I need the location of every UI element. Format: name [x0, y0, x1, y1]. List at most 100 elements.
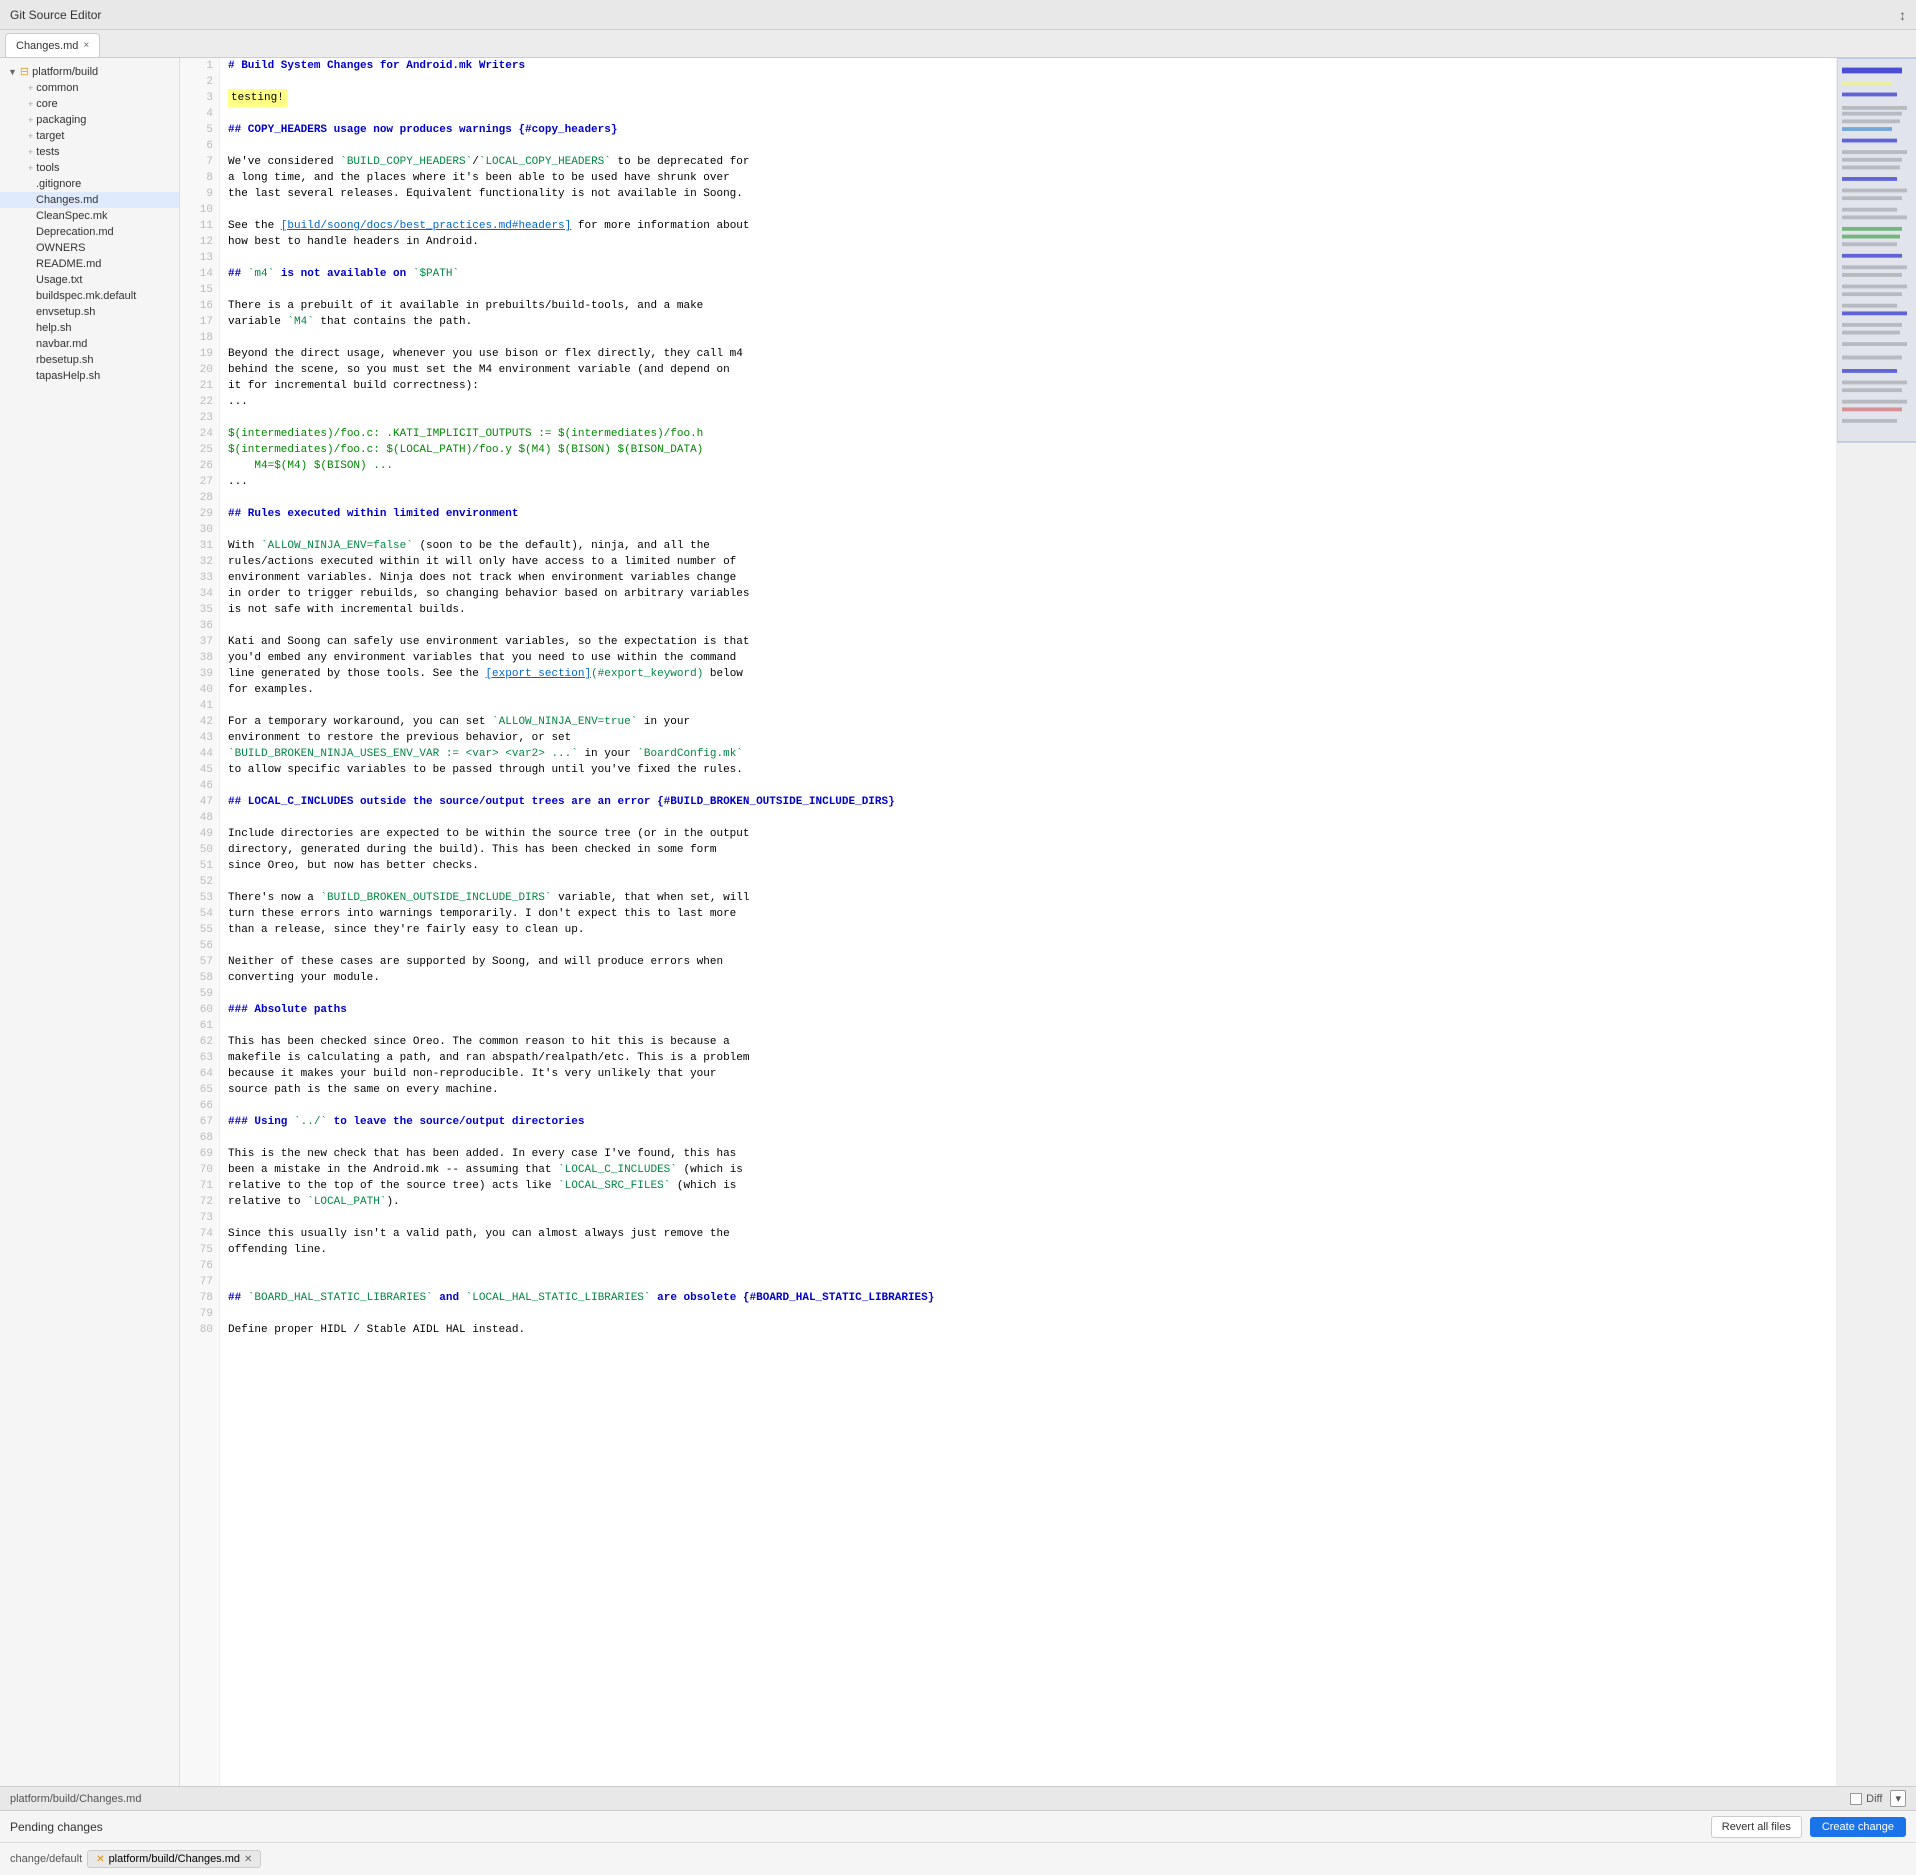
- code-line-24: $(intermediates)/foo.c: .KATI_IMPLICIT_O…: [220, 426, 1836, 442]
- sidebar-item-target[interactable]: + target: [0, 128, 179, 144]
- code-line-68: [220, 1130, 1836, 1146]
- pending-label: Pending changes: [10, 1820, 103, 1834]
- code-line-65: source path is the same on every machine…: [220, 1082, 1836, 1098]
- sidebar-item-help[interactable]: help.sh: [0, 320, 179, 336]
- code-line-33: environment variables. Ninja does not tr…: [220, 570, 1836, 586]
- line-num: 32: [180, 554, 219, 570]
- sidebar-item-gitignore[interactable]: .gitignore: [0, 176, 179, 192]
- code-line-21: it for incremental build correctness):: [220, 378, 1836, 394]
- line-num: 13: [180, 250, 219, 266]
- code-line-12: how best to handle headers in Android.: [220, 234, 1836, 250]
- sidebar-item-packaging[interactable]: + packaging: [0, 112, 179, 128]
- pending-changes-bar: Pending changes Revert all files Create …: [0, 1811, 1916, 1843]
- change-file-tab[interactable]: ✕ platform/build/Changes.md ✕: [87, 1850, 261, 1868]
- sidebar-item-label: rbesetup.sh: [36, 354, 93, 366]
- line-num: 11: [180, 218, 219, 234]
- sidebar-item-tests[interactable]: + tests: [0, 144, 179, 160]
- code-line-54: turn these errors into warnings temporar…: [220, 906, 1836, 922]
- sidebar-item-label: .gitignore: [36, 178, 81, 190]
- code-line-32: rules/actions executed within it will on…: [220, 554, 1836, 570]
- diff-toggle[interactable]: Diff: [1850, 1793, 1882, 1805]
- sidebar-item-label: help.sh: [36, 322, 71, 334]
- code-editor[interactable]: # Build System Changes for Android.mk Wr…: [220, 58, 1836, 1786]
- app-title: Git Source Editor: [10, 8, 101, 22]
- sidebar-item-buildspec[interactable]: buildspec.mk.default: [0, 288, 179, 304]
- expand-icon: +: [28, 99, 33, 109]
- line-num: 57: [180, 954, 219, 970]
- status-right: Diff ▾: [1850, 1790, 1906, 1807]
- line-num: 12: [180, 234, 219, 250]
- sidebar-item-core[interactable]: + core: [0, 96, 179, 112]
- sidebar-item-tools[interactable]: + tools: [0, 160, 179, 176]
- code-line-53: There's now a `BUILD_BROKEN_OUTSIDE_INCL…: [220, 890, 1836, 906]
- diff-dropdown[interactable]: ▾: [1890, 1790, 1906, 1807]
- line-num: 74: [180, 1226, 219, 1242]
- line-numbers: 1 2 3 4 5 6 7 8 9 10 11 12 13 14 15 16 1…: [180, 58, 220, 1786]
- modified-icon: ✕: [96, 1854, 104, 1865]
- sidebar-item-label: tapasHelp.sh: [36, 370, 100, 382]
- line-num: 59: [180, 986, 219, 1002]
- line-num: 18: [180, 330, 219, 346]
- line-num: 40: [180, 682, 219, 698]
- line-num: 56: [180, 938, 219, 954]
- line-num: 35: [180, 602, 219, 618]
- code-line-63: makefile is calculating a path, and ran …: [220, 1050, 1836, 1066]
- code-line-58: converting your module.: [220, 970, 1836, 986]
- code-line-44: `BUILD_BROKEN_NINJA_USES_ENV_VAR := <var…: [220, 746, 1836, 762]
- line-num: 64: [180, 1066, 219, 1082]
- code-line-66: [220, 1098, 1836, 1114]
- sidebar-item-owners[interactable]: OWNERS: [0, 240, 179, 256]
- tab-close-icon[interactable]: ×: [83, 40, 89, 51]
- title-bar: Git Source Editor ↕: [0, 0, 1916, 30]
- sidebar-item-changes-md[interactable]: Changes.md: [0, 192, 179, 208]
- revert-all-button[interactable]: Revert all files: [1711, 1816, 1802, 1838]
- line-num: 41: [180, 698, 219, 714]
- sidebar-item-common[interactable]: + common: [0, 80, 179, 96]
- diff-checkbox[interactable]: [1850, 1793, 1862, 1805]
- code-line-35: is not safe with incremental builds.: [220, 602, 1836, 618]
- code-line-75: offending line.: [220, 1242, 1836, 1258]
- code-line-43: environment to restore the previous beha…: [220, 730, 1836, 746]
- line-num: 25: [180, 442, 219, 458]
- line-num: 28: [180, 490, 219, 506]
- tab-changes-md[interactable]: Changes.md ×: [5, 33, 100, 57]
- main-layout: ▼ ⊟ platform/build + common + core + pac…: [0, 58, 1916, 1786]
- code-line-67: ### Using `../` to leave the source/outp…: [220, 1114, 1836, 1130]
- file-path: platform/build/Changes.md: [10, 1793, 141, 1805]
- sidebar-item-deprecation[interactable]: Deprecation.md: [0, 224, 179, 240]
- code-line-36: [220, 618, 1836, 634]
- tab-label: Changes.md: [16, 40, 78, 52]
- line-num: 38: [180, 650, 219, 666]
- line-num: 47: [180, 794, 219, 810]
- line-num: 9: [180, 186, 219, 202]
- line-num: 51: [180, 858, 219, 874]
- sidebar-item-navbar[interactable]: navbar.md: [0, 336, 179, 352]
- sidebar-root[interactable]: ▼ ⊟ platform/build: [0, 63, 179, 80]
- sidebar-item-envsetup[interactable]: envsetup.sh: [0, 304, 179, 320]
- code-line-8: a long time, and the places where it's b…: [220, 170, 1836, 186]
- expand-icon: +: [28, 115, 33, 125]
- code-line-22: ...: [220, 394, 1836, 410]
- line-num: 24: [180, 426, 219, 442]
- line-num: 36: [180, 618, 219, 634]
- sidebar-item-rbesetup[interactable]: rbesetup.sh: [0, 352, 179, 368]
- line-num: 20: [180, 362, 219, 378]
- sidebar-item-usage[interactable]: Usage.txt: [0, 272, 179, 288]
- line-num: 55: [180, 922, 219, 938]
- create-change-button[interactable]: Create change: [1810, 1817, 1906, 1837]
- close-icon[interactable]: ✕: [244, 1854, 252, 1865]
- line-num: 29: [180, 506, 219, 522]
- line-num: 39: [180, 666, 219, 682]
- line-num: 54: [180, 906, 219, 922]
- line-num: 21: [180, 378, 219, 394]
- sidebar-item-cleanspec[interactable]: CleanSpec.mk: [0, 208, 179, 224]
- sidebar-root-label: platform/build: [32, 66, 98, 78]
- sidebar-item-readme[interactable]: README.md: [0, 256, 179, 272]
- dropdown-arrow: ▾: [1895, 1792, 1901, 1805]
- sidebar-item-label: tests: [36, 146, 59, 158]
- expand-icon: +: [28, 163, 33, 173]
- line-num: 14: [180, 266, 219, 282]
- sidebar-item-tapashelp[interactable]: tapasHelp.sh: [0, 368, 179, 384]
- change-files-bar: change/default ✕ platform/build/Changes.…: [0, 1843, 1916, 1875]
- pending-actions: Revert all files Create change: [1711, 1816, 1906, 1838]
